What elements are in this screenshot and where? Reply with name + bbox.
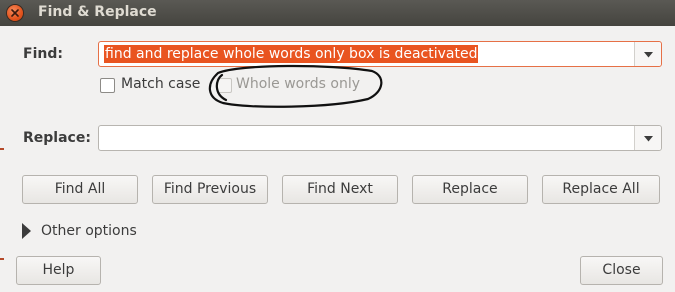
- whole-words-label[interactable]: Whole words only: [236, 76, 360, 92]
- chevron-down-icon: [644, 136, 653, 142]
- replace-dropdown-button[interactable]: [634, 126, 661, 150]
- match-case-checkbox[interactable]: [100, 78, 115, 93]
- window-title: Find & Replace: [38, 4, 157, 20]
- find-next-button[interactable]: Find Next: [282, 175, 398, 204]
- find-input[interactable]: find and replace whole words only box is…: [104, 45, 479, 63]
- find-all-button[interactable]: Find All: [22, 175, 138, 204]
- background-edge-mark: [0, 148, 4, 150]
- other-options-label[interactable]: Other options: [41, 223, 137, 239]
- close-icon: [11, 9, 19, 17]
- whole-words-checkbox[interactable]: [217, 78, 232, 93]
- find-dropdown-button[interactable]: [634, 42, 661, 66]
- chevron-down-icon: [644, 52, 653, 58]
- find-label: Find:: [23, 46, 63, 62]
- title-bar: Find & Replace: [0, 0, 675, 26]
- find-previous-button[interactable]: Find Previous: [152, 175, 268, 204]
- background-edge-mark: [0, 258, 4, 260]
- replace-button[interactable]: Replace: [412, 175, 528, 204]
- help-button[interactable]: Help: [16, 256, 101, 285]
- match-case-label[interactable]: Match case: [121, 76, 200, 92]
- close-button[interactable]: Close: [580, 256, 663, 285]
- replace-input[interactable]: [104, 129, 106, 147]
- find-combo[interactable]: find and replace whole words only box is…: [98, 41, 662, 67]
- window-close-button[interactable]: [7, 5, 23, 21]
- replace-all-button[interactable]: Replace All: [542, 175, 660, 204]
- expander-arrow-icon: [22, 223, 31, 239]
- replace-combo[interactable]: [98, 125, 662, 151]
- replace-label: Replace:: [23, 130, 91, 146]
